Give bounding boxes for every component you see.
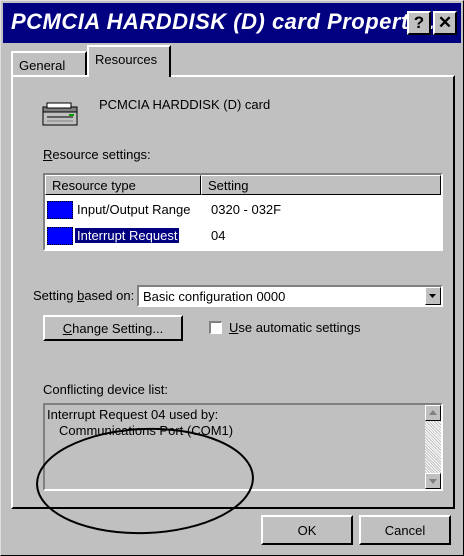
column-header-setting[interactable]: Setting <box>201 175 441 195</box>
automatic-settings-accel: U <box>229 320 239 335</box>
conflict-list-label: Conflicting device list: <box>43 382 168 397</box>
pcmcia-card-icon <box>42 102 78 126</box>
setting-based-on-post: ased on: <box>84 288 135 303</box>
arrow-up-icon <box>429 410 437 415</box>
automatic-settings-text: se automatic settings <box>238 320 361 335</box>
question-mark-icon: ? <box>413 13 425 32</box>
conflict-line: Interrupt Request 04 used by: <box>47 407 219 422</box>
resource-icon <box>47 201 73 219</box>
setting-based-on-label: Setting based on: <box>33 288 134 303</box>
resource-type: Input/Output Range <box>77 202 191 217</box>
device-name: PCMCIA HARDDISK (D) card <box>99 97 271 112</box>
window-title: PCMCIA HARDDISK (D) card Properti... <box>11 9 436 34</box>
resource-list[interactable]: Resource type Setting Input/Output Range… <box>43 173 443 251</box>
close-icon: ✕ <box>437 13 453 32</box>
resource-list-header: Resource type Setting <box>45 175 441 195</box>
properties-dialog: PCMCIA HARDDISK (D) card Properti... ? ✕… <box>0 0 464 556</box>
resource-type-selected: Interrupt Request <box>75 228 180 243</box>
setting-based-on-pre: Setting <box>33 288 78 303</box>
cancel-button-label: Cancel <box>384 522 426 538</box>
automatic-settings-label[interactable]: Use automatic settings <box>229 320 361 335</box>
tab-general[interactable]: General <box>11 51 87 75</box>
ok-button[interactable]: OK <box>261 515 353 545</box>
scroll-down-button[interactable] <box>425 473 441 489</box>
dropdown-button[interactable] <box>425 287 441 305</box>
change-setting-button[interactable]: Change Setting... <box>43 315 183 341</box>
resource-setting: 04 <box>211 228 226 243</box>
help-button[interactable]: ? <box>407 11 431 35</box>
chevron-down-icon <box>429 294 436 298</box>
cancel-button[interactable]: Cancel <box>359 515 451 545</box>
tab-resources[interactable]: Resources <box>87 45 171 77</box>
resource-settings-label-text: esource settings: <box>52 147 151 162</box>
resource-row[interactable]: Interrupt Request 04 <box>45 223 441 249</box>
scroll-up-button[interactable] <box>425 405 441 421</box>
ok-button-label: OK <box>297 522 317 538</box>
change-setting-label: hange Setting... <box>72 320 164 336</box>
resource-row[interactable]: Input/Output Range 0320 - 032F <box>45 197 441 223</box>
annotation-circle <box>36 427 254 535</box>
change-setting-accel: C <box>62 320 73 336</box>
configuration-select[interactable]: Basic configuration 0000 <box>137 285 443 307</box>
close-button[interactable]: ✕ <box>433 11 457 35</box>
resource-settings-label: Resource settings: <box>43 147 151 162</box>
resources-panel: PCMCIA HARDDISK (D) card Resource settin… <box>11 75 455 535</box>
arrow-down-icon <box>429 479 437 484</box>
column-header-resource-type[interactable]: Resource type <box>45 175 201 195</box>
automatic-settings-checkbox[interactable] <box>209 321 222 334</box>
vertical-scrollbar[interactable] <box>425 405 441 489</box>
configuration-value: Basic configuration 0000 <box>143 289 286 304</box>
resource-icon <box>47 227 73 245</box>
resource-settings-accel: R <box>43 147 53 162</box>
title-bar[interactable]: PCMCIA HARDDISK (D) card Properti... ? ✕ <box>3 3 461 43</box>
resource-setting: 0320 - 032F <box>211 202 282 217</box>
